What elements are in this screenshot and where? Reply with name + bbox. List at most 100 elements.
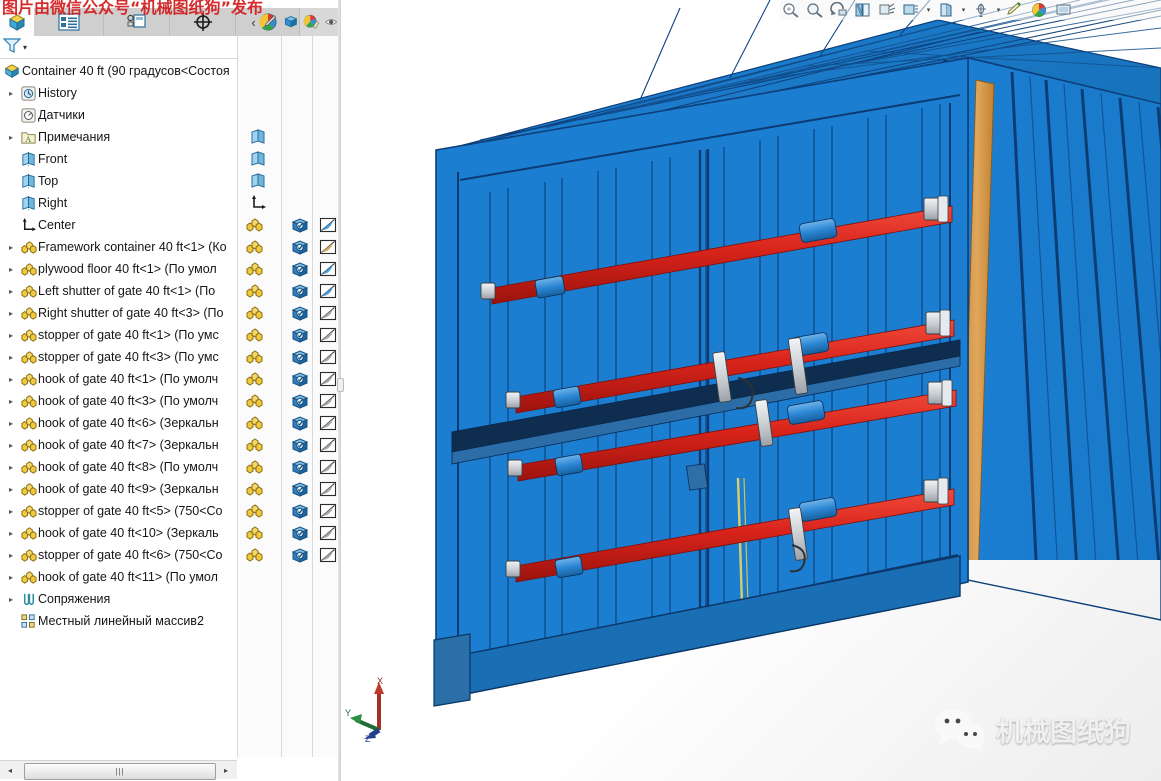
tree-item[interactable]: ▸ stopper of gate 40 ft<3> (По умс (0, 346, 237, 368)
appearance-swatch-icon[interactable] (319, 524, 337, 542)
display-state-cube-icon[interactable] (291, 480, 309, 498)
display-pane-cell-display-state[interactable] (285, 280, 314, 302)
display-state-cube-icon[interactable] (291, 370, 309, 388)
tree-item[interactable]: ▸ stopper of gate 40 ft<5> (750<Со (0, 500, 237, 522)
display-state-cube-icon[interactable] (291, 458, 309, 476)
expand-arrow-icon[interactable]: ▸ (4, 397, 18, 406)
display-pane-cell-display-state[interactable] (285, 500, 314, 522)
appearance-swatch-icon[interactable] (319, 282, 337, 300)
display-pane-cell-component[interactable] (239, 280, 268, 302)
display-state-cube-icon[interactable] (291, 524, 309, 542)
display-pane-cell-display-state[interactable] (285, 412, 314, 434)
tree-item[interactable]: ▸ History (0, 82, 237, 104)
scroll-left-arrow[interactable]: ◂ (2, 763, 18, 778)
display-pane-cell[interactable] (243, 126, 272, 148)
display-pane-cell-display-state[interactable] (285, 214, 314, 236)
display-pane-cell[interactable] (243, 148, 272, 170)
appearance-swatch-icon[interactable] (319, 502, 337, 520)
tree-item[interactable]: ▸ Left shutter of gate 40 ft<1> (По (0, 280, 237, 302)
plane-display-icon[interactable] (249, 172, 267, 190)
display-state-cube-icon[interactable] (291, 502, 309, 520)
display-pane-cell-component[interactable] (239, 236, 268, 258)
expand-arrow-icon[interactable]: ▸ (4, 595, 18, 604)
tree-item[interactable]: ▸ hook of gate 40 ft<3> (По умолч (0, 390, 237, 412)
origin-display-icon[interactable] (249, 194, 267, 212)
tree-item[interactable]: Top (0, 170, 237, 192)
scroll-thumb[interactable]: ||| (24, 763, 216, 780)
display-state-cube-icon[interactable] (291, 392, 309, 410)
panel-splitter[interactable] (337, 0, 344, 781)
appearance-swatch-icon[interactable] (319, 392, 337, 410)
expand-arrow-icon[interactable]: ▸ (4, 375, 18, 384)
display-pane-cell-display-state[interactable] (285, 544, 314, 566)
component-display-icon[interactable] (245, 414, 263, 432)
expand-arrow-icon[interactable]: ▸ (4, 485, 18, 494)
display-pane-cell-component[interactable] (239, 302, 268, 324)
view-orientation-icon[interactable] (876, 1, 898, 19)
appearance-swatch-icon[interactable] (319, 480, 337, 498)
display-pane-cell-component[interactable] (239, 544, 268, 566)
display-pane-cell-component[interactable] (239, 324, 268, 346)
display-state-cube-icon[interactable] (291, 238, 309, 256)
component-display-icon[interactable] (245, 326, 263, 344)
expand-arrow-icon[interactable]: ▸ (4, 507, 18, 516)
display-pane-cell-display-state[interactable] (285, 478, 314, 500)
display-pane-cell-component[interactable] (239, 258, 268, 280)
view-settings-icon[interactable] (1053, 1, 1075, 19)
display-pane-cell-component[interactable] (239, 456, 268, 478)
tree-item[interactable]: ▸ hook of gate 40 ft<1> (По умолч (0, 368, 237, 390)
display-pane-cell-display-state[interactable] (285, 258, 314, 280)
appearance-swatch-icon[interactable] (319, 260, 337, 278)
component-display-icon[interactable] (245, 238, 263, 256)
expand-arrow-icon[interactable]: ▸ (4, 331, 18, 340)
tree-item[interactable]: ▸ Сопряжения (0, 588, 237, 610)
tree-item[interactable]: ▸ hook of gate 40 ft<11> (По умол (0, 566, 237, 588)
expand-arrow-icon[interactable]: ▸ (4, 287, 18, 296)
display-state-cube-icon[interactable] (291, 326, 309, 344)
expand-arrow-icon[interactable]: ▸ (4, 463, 18, 472)
display-pane-cell-component[interactable] (239, 214, 268, 236)
appearance-swatch-icon[interactable] (319, 348, 337, 366)
rotate-view-icon[interactable] (828, 1, 850, 19)
tree-item[interactable]: ▸ A Примечания (0, 126, 237, 148)
expand-arrow-icon[interactable]: ▸ (4, 573, 18, 582)
component-display-icon[interactable] (245, 436, 263, 454)
display-state-cube-icon[interactable] (291, 348, 309, 366)
splitter-grip[interactable] (337, 378, 344, 392)
display-pane-cell-component[interactable] (239, 368, 268, 390)
tree-item[interactable]: Front (0, 148, 237, 170)
component-display-icon[interactable] (245, 546, 263, 564)
expand-arrow-icon[interactable]: ▸ (4, 551, 18, 560)
hide-show-caret[interactable]: ▾ (959, 1, 968, 19)
appearance-swatch-icon[interactable] (319, 546, 337, 564)
tree-item[interactable]: ▸ Framework container 40 ft<1> (Ко (0, 236, 237, 258)
display-pane-cell-component[interactable] (239, 522, 268, 544)
display-pane-cell-component[interactable] (239, 434, 268, 456)
display-pane-cell-display-state[interactable] (285, 346, 314, 368)
display-pane-cell-display-state[interactable] (285, 434, 314, 456)
appearance-swatch-icon[interactable] (319, 458, 337, 476)
heads-up-view-toolbar[interactable]: ▾ ▾ ▾ (780, 0, 1161, 20)
tree-item[interactable]: ▸ plywood floor 40 ft<1> (По умол (0, 258, 237, 280)
expand-arrow-icon[interactable]: ▸ (4, 243, 18, 252)
tree-item[interactable]: ▸ hook of gate 40 ft<9> (Зеркальн (0, 478, 237, 500)
component-display-icon[interactable] (245, 458, 263, 476)
plane-display-icon[interactable] (249, 128, 267, 146)
apply-scene-caret[interactable]: ▾ (994, 1, 1003, 19)
expand-arrow-icon[interactable]: ▸ (4, 265, 18, 274)
display-pane-cell-display-state[interactable] (285, 390, 314, 412)
component-display-icon[interactable] (245, 480, 263, 498)
expand-arrow-icon[interactable]: ▸ (4, 419, 18, 428)
expand-arrow-icon[interactable]: ▸ (4, 133, 18, 142)
scroll-right-arrow[interactable]: ▸ (218, 763, 234, 778)
tree-item[interactable]: ▸ stopper of gate 40 ft<6> (750<Со (0, 544, 237, 566)
view-palette-icon[interactable] (1029, 1, 1051, 19)
graphics-viewport[interactable] (340, 0, 1161, 781)
section-view-icon[interactable] (852, 1, 874, 19)
display-pane-cell-display-state[interactable] (285, 522, 314, 544)
display-pane-cell-display-state[interactable] (285, 236, 314, 258)
component-display-icon[interactable] (245, 524, 263, 542)
display-pane-cell[interactable] (243, 170, 272, 192)
display-style-caret[interactable]: ▾ (924, 1, 933, 19)
display-pane-cell-display-state[interactable] (285, 302, 314, 324)
